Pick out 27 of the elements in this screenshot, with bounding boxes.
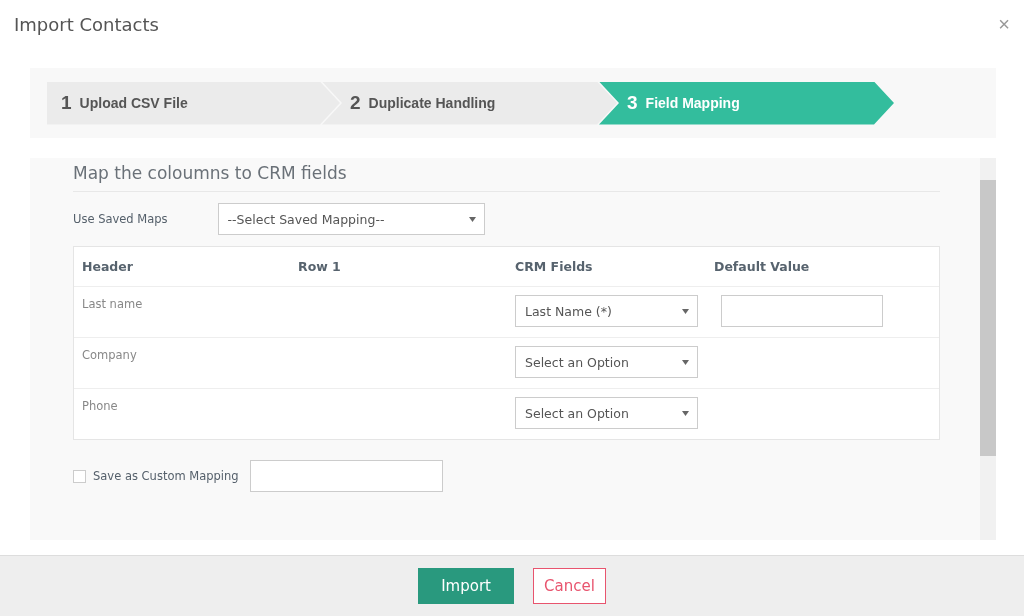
column-header: CRM Fields (515, 259, 594, 274)
cancel-button[interactable]: Cancel (533, 568, 606, 604)
table-cell-text: Phone (82, 398, 119, 413)
import-button[interactable]: Import (418, 568, 514, 604)
caret-icon (468, 216, 476, 222)
crm-field-select[interactable]: Last Name (*) (515, 295, 698, 327)
caret-icon (682, 359, 689, 365)
wizard-step[interactable]: 1 Upload CSV File (47, 81, 340, 125)
caret-icon (682, 308, 689, 314)
section-title: Map the coloumns to CRM fields (73, 158, 940, 192)
wizard-step[interactable]: 2 Duplicate Handling (322, 81, 617, 125)
scrollbar[interactable] (980, 158, 996, 540)
dialog-title: Import Contacts (14, 13, 159, 35)
table-cell-text: Company (82, 347, 138, 362)
checkbox-label: Save as Custom Mapping (93, 469, 239, 483)
crm-field-select[interactable]: Select an Option (515, 397, 698, 429)
field-label: Use Saved Maps (73, 212, 168, 226)
crm-field-select[interactable]: Select an Option (515, 346, 698, 378)
column-header: Default Value (714, 259, 811, 274)
table-cell-text: Last name (82, 296, 144, 311)
column-header: Header (82, 259, 134, 274)
caret-icon (682, 410, 689, 416)
column-header: Row 1 (298, 259, 342, 274)
default-value-input[interactable] (721, 295, 883, 327)
saved-mapping-select[interactable]: --Select Saved Mapping-- (217, 203, 485, 235)
checkbox[interactable] (73, 469, 86, 483)
custom-mapping-input[interactable] (249, 460, 443, 492)
